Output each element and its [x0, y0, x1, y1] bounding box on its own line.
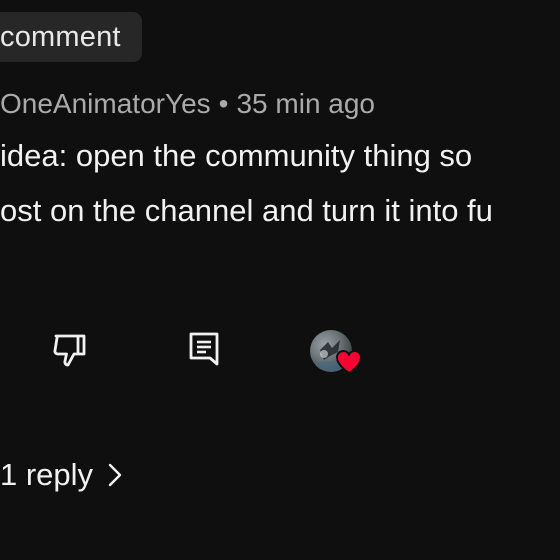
comment-meta: OneAnimatorYes • 35 min ago — [0, 88, 375, 120]
chevron-right-icon — [108, 463, 122, 487]
comment-author[interactable]: OneAnimatorYes — [0, 88, 211, 119]
reply-button[interactable] — [184, 330, 224, 370]
heart-icon — [335, 349, 363, 375]
meta-separator: • — [218, 88, 229, 119]
comment-sort-chip[interactable]: comment — [0, 12, 142, 62]
comment-icon — [189, 332, 219, 366]
replies-label: 1 reply — [0, 457, 94, 492]
comment-chip-label: comment — [0, 20, 121, 53]
comment-text-line-1: idea: open the community thing so — [0, 138, 473, 173]
dislike-button[interactable] — [50, 330, 90, 370]
creator-heart-badge — [310, 330, 366, 380]
comment-text-line-2: ost on the channel and turn it into fu — [0, 193, 493, 228]
view-replies-button[interactable]: 1 reply — [0, 457, 123, 493]
comment-timestamp[interactable]: 35 min ago — [236, 88, 375, 119]
thumbs-down-icon — [53, 334, 86, 367]
